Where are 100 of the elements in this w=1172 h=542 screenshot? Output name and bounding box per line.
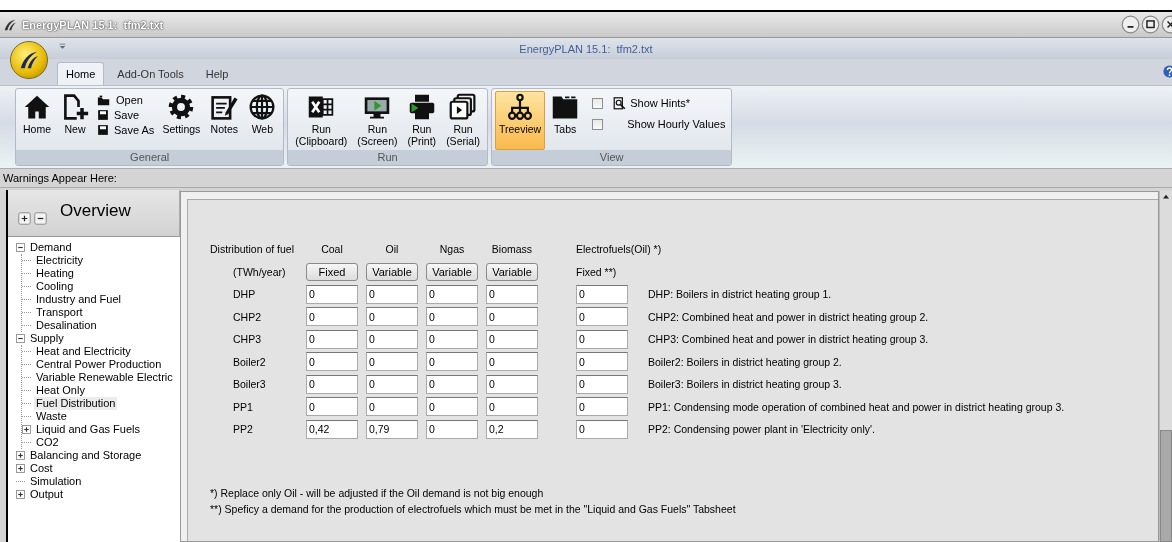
tree-item[interactable]: Output [28,488,66,501]
input-field[interactable]: 0 [306,329,358,349]
input-field[interactable]: 0 [486,307,538,327]
application-menu-button[interactable] [10,41,48,79]
input-field[interactable]: 0 [426,352,478,372]
ribbon-tab[interactable]: Help [196,62,238,85]
tree-item[interactable]: Variable Renewable Electric [34,371,175,384]
ribbon-button[interactable]: Settings [158,91,205,150]
input-field[interactable]: 0 [486,352,538,372]
tree-item[interactable]: Cooling [34,280,76,293]
ribbon-tab[interactable]: Home [57,62,105,85]
input-field[interactable]: 0,79 [366,419,418,439]
input-field[interactable]: 0 [426,329,478,349]
ribbon-button[interactable]: Tabs [547,91,584,150]
footnote: *) Replace only Oil - will be adjusted if the Oil demand is not big enough [210,486,545,499]
tree-item[interactable]: Supply [28,332,66,345]
tree-item[interactable]: Heat Only [34,384,87,397]
input-field[interactable]: 0 [366,284,418,304]
column-header: Coal [320,243,344,256]
ribbon-button[interactable]: Notes [206,91,243,150]
input-field[interactable]: 0,2 [486,419,538,439]
input-field[interactable]: 0 [306,397,358,417]
input-field[interactable]: 0 [366,352,418,372]
input-field[interactable]: 0 [306,352,358,372]
checkbox-label[interactable]: Show Hints* [613,96,691,110]
ribbon-button[interactable]: Home [19,91,55,150]
input-field[interactable]: 0 [486,374,538,394]
tree-item[interactable]: Demand [28,241,74,254]
tree-item[interactable]: Balancing and Storage [28,449,144,462]
input-field[interactable]: 0 [486,284,538,304]
ribbon-button[interactable]: Web [244,91,281,150]
tree-item[interactable]: Electricity [34,254,86,267]
input-field[interactable]: 0 [426,374,478,394]
input-field[interactable]: 0 [486,329,538,349]
expand-toggle[interactable] [16,451,25,460]
tree-item[interactable]: Fuel Distribution [34,397,118,410]
input-field[interactable]: 0 [366,397,418,417]
ribbon-tab[interactable]: Add-On Tools [108,62,193,85]
ribbon-button[interactable]: Treeview [494,91,546,150]
tree-item[interactable]: CO2 [34,436,61,449]
checkbox-label[interactable]: Show Hourly Values [627,118,726,130]
plus-icon [16,490,25,499]
house-icon [23,93,51,121]
expand-all-button[interactable] [18,211,31,225]
collapse-toggle[interactable] [16,243,25,252]
tree-item[interactable]: Transport [34,306,85,319]
checkbox[interactable] [592,97,604,109]
mode-button[interactable]: Variable [366,262,418,281]
input-field[interactable]: 0 [306,284,358,304]
mode-button[interactable]: Variable [486,262,538,281]
input-field[interactable]: 0 [576,397,628,417]
ribbon-button[interactable]: Open [95,93,157,107]
scrollbar[interactable] [1159,191,1172,542]
tree-item[interactable]: Simulation [28,475,84,488]
tree-item[interactable]: Central Power Production [34,358,164,371]
input-field[interactable]: 0 [306,307,358,327]
input-field[interactable]: 0 [576,419,628,439]
mode-label: Fixed **) [576,265,618,278]
collapse-toggle[interactable] [16,334,25,343]
ribbon-button[interactable]: Run (Print) [403,91,441,150]
input-field[interactable]: 0 [576,374,628,394]
input-field[interactable]: 0 [366,329,418,349]
collapse-all-button[interactable] [34,211,47,225]
input-field[interactable]: 0 [576,284,628,304]
expand-toggle[interactable] [16,490,25,499]
input-field[interactable]: 0,42 [306,419,358,439]
expand-toggle[interactable] [16,464,25,473]
input-field[interactable]: 0 [486,397,538,417]
mode-button[interactable]: Fixed [306,262,358,281]
ribbon-button[interactable]: Run (Clipboard) [291,91,352,150]
ribbon-button[interactable]: New [57,91,93,150]
ribbon-button[interactable]: Run (Screen) [353,91,402,150]
input-field[interactable]: 0 [426,397,478,417]
minimize-button[interactable] [1121,15,1140,34]
tree-item[interactable]: Heating [34,267,76,280]
ribbon-button[interactable]: Save [95,108,157,122]
input-field[interactable]: 0 [576,352,628,372]
input-field[interactable]: 0 [366,307,418,327]
input-field[interactable]: 0 [426,419,478,439]
scrollbar-thumb[interactable] [1160,430,1172,542]
tree-item[interactable]: Liquid and Gas Fuels [34,423,142,436]
input-field[interactable]: 0 [306,374,358,394]
checkbox[interactable] [592,118,604,130]
tree-item[interactable]: Desalination [34,319,99,332]
input-field[interactable]: 0 [576,307,628,327]
settings-icon [167,93,196,121]
input-field[interactable]: 0 [426,284,478,304]
printer-icon [407,93,436,121]
maximize-button[interactable] [1141,15,1160,34]
ribbon-button[interactable]: Save As [95,123,157,137]
input-field[interactable]: 0 [426,307,478,327]
tree-item[interactable]: Heat and Electricity [34,345,133,358]
expand-toggle[interactable] [22,425,31,434]
tree-item[interactable]: Cost [28,462,55,475]
ribbon-button[interactable]: Run (Serial) [442,91,484,150]
tree-item[interactable]: Waste [34,410,69,423]
input-field[interactable]: 0 [366,374,418,394]
tree-item[interactable]: Industry and Fuel [34,293,123,306]
input-field[interactable]: 0 [576,329,628,349]
mode-button[interactable]: Variable [426,262,478,281]
